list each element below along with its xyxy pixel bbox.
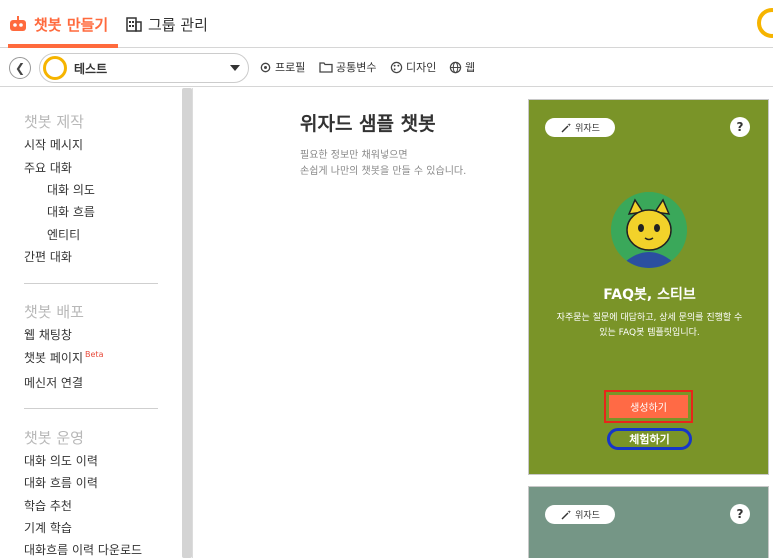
wizard-badge: 위자드	[545, 505, 615, 524]
gear-icon	[260, 62, 271, 72]
magic-wand-icon	[561, 509, 572, 519]
tab-chatbot-builder[interactable]: 챗봇 만들기	[8, 0, 118, 48]
sidebar-divider	[24, 283, 158, 284]
card-description-line: 자주묻는 질문에 대답하고, 상세 문의를 진행할 수	[556, 313, 743, 323]
sidebar-item-flow[interactable]: 대화 흐름	[47, 203, 95, 220]
cat-bot-avatar	[611, 192, 687, 268]
sidebar-item-main-dialog[interactable]: 주요 대화	[24, 159, 72, 176]
common-variables-label: 공통변수	[336, 61, 377, 74]
bot-page-label: 챗봇 페이지	[24, 351, 84, 365]
top-navigation: 챗봇 만들기 그룹 관리	[0, 0, 773, 48]
card-description-line: 있는 FAQ봇 템플릿입니다.	[599, 328, 700, 338]
bot-toolbar: ❮ 테스트 프로필 공통변수 디자인 웹	[0, 49, 773, 87]
selected-bot-name: 테스트	[74, 61, 108, 76]
back-button[interactable]: ❮	[9, 57, 31, 79]
sidebar-scrollbar[interactable]	[182, 88, 192, 558]
wizard-badge-label: 위자드	[575, 124, 600, 134]
template-card-faq: 위자드 ? FAQ봇, 스티브 자주묻는 질문에 대답하고, 상세 문의를 진행…	[528, 99, 769, 475]
tab-label: 챗봇 만들기	[34, 15, 109, 34]
sidebar-item-intent-history[interactable]: 대화 의도 이력	[24, 452, 98, 469]
folder-icon	[319, 62, 333, 73]
bot-avatar	[43, 56, 67, 80]
description-line: 손쉽게 나만의 챗봇을 만들 수 있습니다.	[300, 166, 467, 177]
sidebar: 챗봇 제작 시작 메시지 주요 대화 대화 의도 대화 흐름 엔티티 간편 대화…	[0, 88, 193, 558]
sidebar-item-flow-history[interactable]: 대화 흐름 이력	[24, 474, 98, 491]
page-description: 필요한 정보만 채워넣으면 손쉽게 나만의 챗봇을 만들 수 있습니다.	[300, 148, 510, 180]
active-tab-indicator	[8, 44, 118, 48]
page-title: 위자드 샘플 챗봇	[300, 113, 436, 135]
caret-down-icon	[230, 65, 240, 71]
sidebar-item-intent[interactable]: 대화 의도	[47, 181, 95, 198]
design-label: 디자인	[406, 61, 437, 74]
sidebar-section-build: 챗봇 제작	[24, 113, 84, 131]
template-card-second: 위자드 ?	[528, 486, 769, 558]
sidebar-divider	[24, 408, 158, 409]
design-button[interactable]: 디자인	[390, 59, 436, 75]
tab-group-management[interactable]: 그룹 관리	[126, 0, 208, 48]
sidebar-item-start-message[interactable]: 시작 메시지	[24, 136, 83, 153]
try-button-highlight: 체험하기	[607, 428, 692, 450]
service-logo-icon[interactable]	[757, 8, 773, 38]
common-variables-button[interactable]: 공통변수	[319, 59, 376, 75]
help-button[interactable]: ?	[730, 117, 750, 137]
card-description: 자주묻는 질문에 대답하고, 상세 문의를 진행할 수 있는 FAQ봇 템플릿입…	[545, 311, 754, 341]
sidebar-item-learning-recommend[interactable]: 학습 추천	[24, 497, 72, 514]
profile-label: 프로필	[275, 61, 306, 74]
robot-icon	[8, 16, 28, 32]
beta-badge: Beta	[85, 350, 104, 359]
sidebar-item-simple-dialog[interactable]: 간편 대화	[24, 248, 72, 265]
try-button[interactable]: 체험하기	[629, 431, 669, 447]
globe-icon	[449, 61, 462, 73]
sidebar-item-web-chat[interactable]: 웹 채팅창	[24, 326, 72, 343]
tab-label: 그룹 관리	[148, 15, 208, 34]
building-icon	[126, 16, 142, 32]
sidebar-section-operate: 챗봇 운영	[24, 429, 84, 447]
card-title: FAQ봇, 스티브	[603, 287, 696, 303]
help-button[interactable]: ?	[730, 504, 750, 524]
sidebar-item-entity[interactable]: 엔티티	[47, 226, 80, 243]
sidebar-section-deploy: 챗봇 배포	[24, 303, 84, 321]
profile-button[interactable]: 프로필	[259, 59, 305, 75]
wizard-badge: 위자드	[545, 118, 615, 137]
sidebar-item-bot-page[interactable]: 챗봇 페이지 Beta	[24, 349, 103, 366]
palette-icon	[390, 61, 403, 73]
chevron-left-icon: ❮	[14, 61, 26, 75]
web-label: 웹	[465, 61, 476, 74]
bot-selector-dropdown[interactable]: 테스트	[39, 53, 249, 83]
create-button-highlight: 생성하기	[604, 390, 693, 423]
sidebar-item-machine-learning[interactable]: 기계 학습	[24, 519, 72, 536]
create-button[interactable]: 생성하기	[609, 395, 688, 418]
sidebar-item-messenger-connect[interactable]: 메신저 연결	[24, 374, 83, 391]
magic-wand-icon	[561, 122, 572, 132]
description-line: 필요한 정보만 채워넣으면	[300, 150, 408, 161]
wizard-badge-label: 위자드	[575, 511, 600, 521]
sidebar-item-flow-history-download[interactable]: 대화흐름 이력 다운로드	[24, 541, 142, 558]
web-button[interactable]: 웹	[449, 59, 475, 75]
